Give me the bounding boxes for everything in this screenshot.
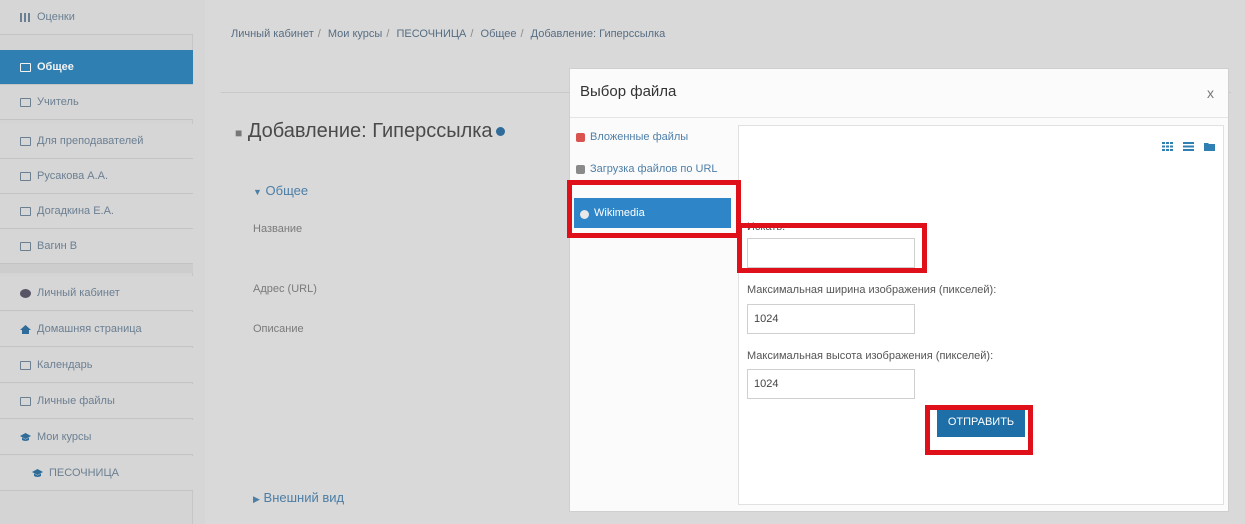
file-picker-dialog: Выбор файла x Вложенные файлы Загрузка ф… — [569, 68, 1229, 512]
sidebar-item-my-courses[interactable]: Мои курсы — [0, 420, 193, 455]
expand-caret-icon: ▶ — [253, 494, 260, 504]
folder-icon — [20, 206, 31, 216]
highlight-box-wikimedia — [567, 180, 741, 238]
attached-files-icon — [576, 133, 585, 142]
sidebar-item-label: Личный кабинет — [37, 287, 120, 299]
sidebar-item-files[interactable]: Личные файлы — [0, 384, 193, 419]
section-appearance[interactable]: ▶ Внешний вид — [253, 490, 344, 505]
url-download-icon — [576, 165, 585, 174]
section-appearance-label: Внешний вид — [263, 490, 345, 505]
link-icon: ■ — [235, 126, 243, 140]
sidebar-item-label: Личные файлы — [37, 395, 115, 407]
page-title: ■ Добавление: Гиперссылка — [235, 120, 505, 143]
sidebar-item-calendar[interactable]: Календарь — [0, 348, 193, 383]
repository-label: Вложенные файлы — [590, 131, 689, 143]
max-height-label: Максимальная высота изображения (пикселе… — [747, 350, 994, 362]
sidebar-item-label: Домашняя страница — [37, 323, 142, 335]
section-general-label: Общее — [265, 183, 309, 198]
sidebar-item-label: Оценки — [37, 11, 75, 23]
repository-url-download[interactable]: Загрузка файлов по URL — [576, 163, 731, 175]
sidebar-item-label: Догадкина Е.А. — [37, 205, 114, 217]
close-icon[interactable]: x — [1207, 85, 1214, 101]
help-icon[interactable] — [495, 127, 505, 137]
folder-icon — [20, 136, 31, 146]
field-label-description: Описание — [253, 323, 304, 335]
sidebar-item-label: Общее — [37, 61, 74, 73]
repository-attached-files[interactable]: Вложенные файлы — [576, 131, 731, 143]
max-width-input[interactable] — [747, 304, 915, 334]
highlight-box-submit — [925, 405, 1033, 455]
folder-icon — [20, 241, 31, 251]
dialog-title: Выбор файла — [580, 83, 677, 100]
icons-view-icon[interactable] — [1162, 138, 1173, 151]
sidebar-item-label: Календарь — [37, 359, 93, 371]
home-icon — [20, 324, 31, 334]
sidebar-item-rusakova[interactable]: Русакова А.А. — [0, 159, 193, 194]
graduation-cap-icon — [20, 432, 31, 442]
collapse-caret-icon: ▼ — [253, 187, 262, 197]
sidebar-item-for-teachers[interactable]: Для преподавателей — [0, 124, 193, 159]
dialog-divider — [570, 117, 1228, 118]
view-switcher — [1162, 138, 1215, 151]
grades-grid-icon — [20, 12, 31, 22]
sidebar-item-label: ПЕСОЧНИЦА — [49, 467, 119, 479]
file-icon — [20, 396, 31, 406]
sidebar-item-label: Мои курсы — [37, 431, 92, 443]
sidebar: Оценки Общее Учитель Для преподавателей … — [0, 0, 193, 524]
breadcrumb-link[interactable]: Личный кабинет — [231, 28, 314, 40]
max-height-input[interactable] — [747, 369, 915, 399]
sidebar-item-sandbox[interactable]: ПЕСОЧНИЦА — [0, 456, 193, 491]
graduation-cap-icon — [32, 468, 43, 478]
max-width-label: Максимальная ширина изображения (пикселе… — [747, 284, 997, 296]
breadcrumb-link[interactable]: Мои курсы — [328, 28, 382, 40]
breadcrumb-link[interactable]: ПЕСОЧНИЦА — [396, 28, 466, 40]
folder-icon — [20, 97, 31, 107]
calendar-icon — [20, 360, 31, 370]
field-label-name: Название — [253, 223, 303, 235]
folder-icon — [20, 62, 31, 72]
sidebar-item-label: Вагин В — [37, 240, 78, 252]
section-general[interactable]: ▼ Общее — [253, 183, 308, 198]
sidebar-item-grades[interactable]: Оценки — [0, 0, 193, 35]
breadcrumb-link[interactable]: Общее — [481, 28, 517, 40]
sidebar-item-general[interactable]: Общее — [0, 50, 193, 85]
folder-icon — [20, 171, 31, 181]
sidebar-item-home[interactable]: Домашняя страница — [0, 312, 193, 347]
list-view-icon[interactable] — [1183, 138, 1194, 151]
page-title-text: Добавление: Гиперссылка — [247, 120, 493, 142]
folder-view-icon[interactable] — [1204, 138, 1215, 151]
sidebar-item-dashboard[interactable]: Личный кабинет — [0, 276, 193, 311]
sidebar-item-label: Учитель — [37, 96, 79, 108]
sidebar-item-dogadkina[interactable]: Догадкина Е.А. — [0, 194, 193, 229]
highlight-box-search — [737, 223, 927, 273]
sidebar-item-vagin[interactable]: Вагин В — [0, 229, 193, 264]
dashboard-icon — [20, 288, 31, 298]
sidebar-divider — [0, 264, 193, 273]
breadcrumb-current: Добавление: Гиперссылка — [530, 28, 666, 40]
repository-label: Загрузка файлов по URL — [590, 163, 718, 175]
sidebar-item-teacher[interactable]: Учитель — [0, 85, 193, 120]
breadcrumb: Личный кабинет / Мои курсы / ПЕСОЧНИЦА / Об… — [231, 28, 666, 40]
sidebar-item-label: Для преподавателей — [37, 135, 144, 147]
sidebar-item-label: Русакова А.А. — [37, 170, 109, 182]
field-label-url: Адрес (URL) — [253, 283, 317, 295]
